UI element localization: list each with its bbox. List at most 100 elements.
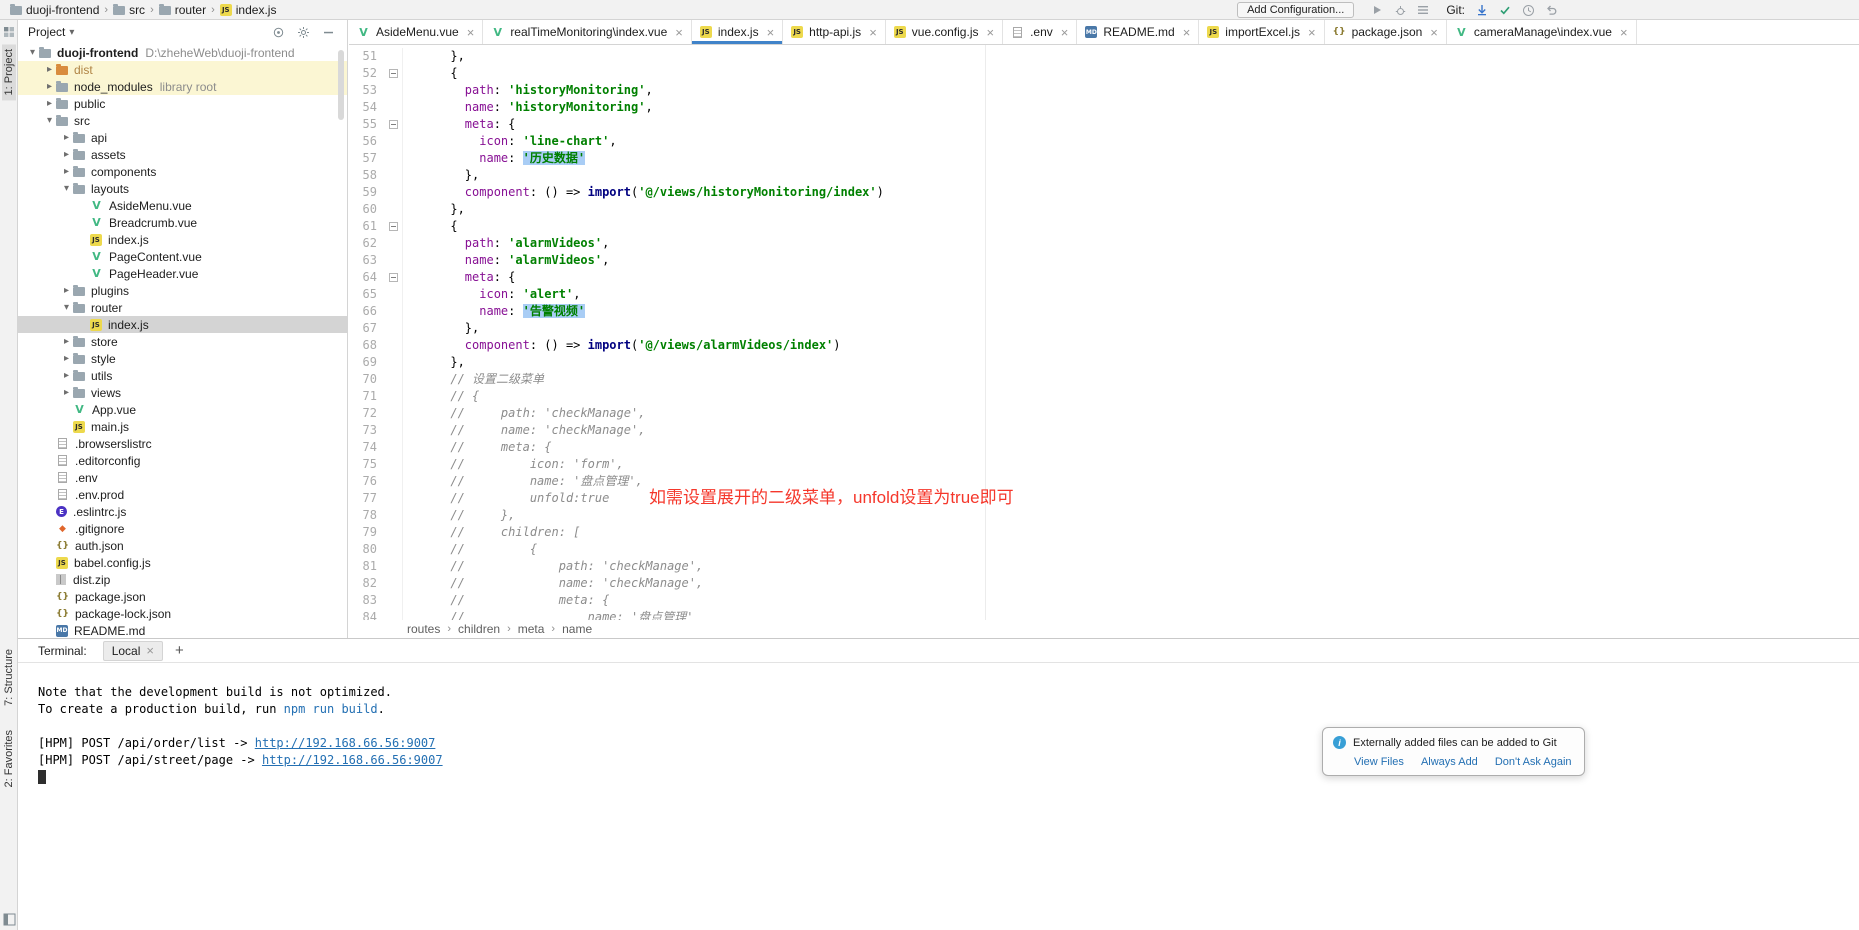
tree-row[interactable]: VPageHeader.vue	[18, 265, 347, 282]
expand-arrow-icon[interactable]: ▸	[60, 149, 73, 160]
project-panel-title[interactable]: Project	[28, 25, 65, 39]
fold-marker-icon[interactable]	[389, 120, 398, 129]
hide-panel-icon[interactable]	[321, 25, 335, 39]
close-icon[interactable]: ×	[767, 26, 775, 39]
expand-arrow-icon[interactable]: ▸	[60, 285, 73, 296]
breadcrumb-item[interactable]: routes	[407, 622, 440, 636]
tree-row[interactable]: {}auth.json	[18, 537, 347, 554]
close-icon[interactable]: ×	[1061, 26, 1069, 39]
tree-row[interactable]: VAsideMenu.vue	[18, 197, 347, 214]
toolwindow-structure[interactable]: 7: Structure	[2, 644, 16, 711]
close-icon[interactable]: ×	[1308, 26, 1316, 39]
breadcrumb-item[interactable]: name	[562, 622, 592, 636]
tree-row[interactable]: ▾duoji-frontendD:\zheheWeb\duoji-fronten…	[18, 44, 347, 61]
coverage-icon[interactable]	[1415, 2, 1431, 18]
tree-row[interactable]: .browserslistrc	[18, 435, 347, 452]
tree-row[interactable]: ◆.gitignore	[18, 520, 347, 537]
tree-row[interactable]: .env.prod	[18, 486, 347, 503]
close-icon[interactable]: ×	[1620, 26, 1628, 39]
fold-marker-icon[interactable]	[389, 222, 398, 231]
tree-row[interactable]: .editorconfig	[18, 452, 347, 469]
expand-arrow-icon[interactable]: ▸	[43, 98, 56, 109]
breadcrumb-item[interactable]: meta	[518, 622, 545, 636]
tree-row[interactable]: .env	[18, 469, 347, 486]
close-icon[interactable]: ×	[986, 26, 994, 39]
tree-row[interactable]: VPageContent.vue	[18, 248, 347, 265]
git-commit-icon[interactable]	[1497, 2, 1513, 18]
expand-arrow-icon[interactable]: ▸	[60, 336, 73, 347]
breadcrumb-item[interactable]: children	[458, 622, 500, 636]
locate-file-icon[interactable]	[271, 25, 285, 39]
collapse-arrow-icon[interactable]: ▾	[26, 47, 39, 58]
tree-row[interactable]: ▸assets	[18, 146, 347, 163]
collapse-arrow-icon[interactable]: ▾	[43, 115, 56, 126]
tree-row[interactable]: ▸store	[18, 333, 347, 350]
notification-action[interactable]: View Files	[1354, 756, 1404, 768]
tree-row[interactable]: dist.zip	[18, 571, 347, 588]
toolwindow-favorites[interactable]: 2: Favorites	[2, 725, 16, 792]
notification-action[interactable]: Don't Ask Again	[1495, 756, 1572, 768]
expand-arrow-icon[interactable]: ▸	[43, 81, 56, 92]
tree-row[interactable]: JSindex.js	[18, 231, 347, 248]
editor-tab[interactable]: VcameraManage\index.vue×	[1447, 20, 1637, 44]
expand-arrow-icon[interactable]: ▸	[60, 370, 73, 381]
tree-row[interactable]: JSbabel.config.js	[18, 554, 347, 571]
editor-tab[interactable]: JSimportExcel.js×	[1199, 20, 1324, 44]
close-icon[interactable]: ×	[467, 26, 475, 39]
close-icon[interactable]: ×	[1183, 26, 1191, 39]
terminal-link[interactable]: http://192.168.66.56:9007	[262, 753, 443, 767]
project-toolwindow-icon[interactable]	[2, 25, 16, 39]
tree-row[interactable]: ▸node_moduleslibrary root	[18, 78, 347, 95]
editor-tab[interactable]: JShttp-api.js×	[783, 20, 886, 44]
expand-arrow-icon[interactable]: ▸	[60, 353, 73, 364]
collapse-arrow-icon[interactable]: ▾	[60, 302, 73, 313]
new-terminal-button[interactable]: +	[175, 642, 184, 659]
collapse-arrow-icon[interactable]: ▾	[60, 183, 73, 194]
tree-row[interactable]: E.eslintrc.js	[18, 503, 347, 520]
tree-row[interactable]: VBreadcrumb.vue	[18, 214, 347, 231]
tree-row[interactable]: VApp.vue	[18, 401, 347, 418]
git-update-icon[interactable]	[1474, 2, 1490, 18]
close-icon[interactable]: ×	[869, 26, 877, 39]
debug-icon[interactable]	[1392, 2, 1408, 18]
breadcrumb-item[interactable]: src	[109, 3, 149, 17]
history-icon[interactable]	[1520, 2, 1536, 18]
tree-row[interactable]: ▸plugins	[18, 282, 347, 299]
breadcrumb-item[interactable]: router	[155, 3, 210, 17]
expand-arrow-icon[interactable]: ▸	[60, 387, 73, 398]
terminal-tab-local[interactable]: Local ×	[103, 641, 163, 661]
close-icon[interactable]: ×	[146, 644, 154, 657]
editor-tab[interactable]: VAsideMenu.vue×	[349, 20, 483, 44]
editor-tab[interactable]: JSvue.config.js×	[886, 20, 1003, 44]
fold-marker-icon[interactable]	[389, 69, 398, 78]
add-configuration-button[interactable]: Add Configuration...	[1237, 2, 1354, 18]
close-icon[interactable]: ×	[1430, 26, 1438, 39]
tree-row[interactable]: ▸components	[18, 163, 347, 180]
toolwindow-toggle-icon[interactable]	[2, 912, 16, 926]
tree-row[interactable]: MDREADME.md	[18, 622, 347, 638]
breadcrumb-item[interactable]: duoji-frontend	[6, 3, 103, 17]
tree-row[interactable]: ▸style	[18, 350, 347, 367]
editor-tab[interactable]: MDREADME.md×	[1077, 20, 1199, 44]
run-icon[interactable]	[1369, 2, 1385, 18]
notification-action[interactable]: Always Add	[1421, 756, 1478, 768]
tree-row[interactable]: ▸public	[18, 95, 347, 112]
fold-marker-icon[interactable]	[389, 273, 398, 282]
expand-arrow-icon[interactable]: ▸	[60, 166, 73, 177]
tree-row[interactable]: ▾src	[18, 112, 347, 129]
toolwindow-project[interactable]: 1: Project	[2, 44, 16, 100]
editor-tab[interactable]: .env×	[1003, 20, 1077, 44]
gear-icon[interactable]	[296, 25, 310, 39]
tree-row[interactable]: ▸dist	[18, 61, 347, 78]
tree-row[interactable]: JSindex.js	[18, 316, 347, 333]
tree-row[interactable]: ▾layouts	[18, 180, 347, 197]
rollback-icon[interactable]	[1543, 2, 1559, 18]
tree-row[interactable]: ▾router	[18, 299, 347, 316]
tree-row[interactable]: ▸views	[18, 384, 347, 401]
tree-row[interactable]: ▸api	[18, 129, 347, 146]
tree-row[interactable]: {}package.json	[18, 588, 347, 605]
expand-arrow-icon[interactable]: ▸	[43, 64, 56, 75]
tree-row[interactable]: {}package-lock.json	[18, 605, 347, 622]
editor-tab[interactable]: VrealTimeMonitoring\index.vue×	[483, 20, 692, 44]
editor-tab[interactable]: {}package.json×	[1325, 20, 1447, 44]
